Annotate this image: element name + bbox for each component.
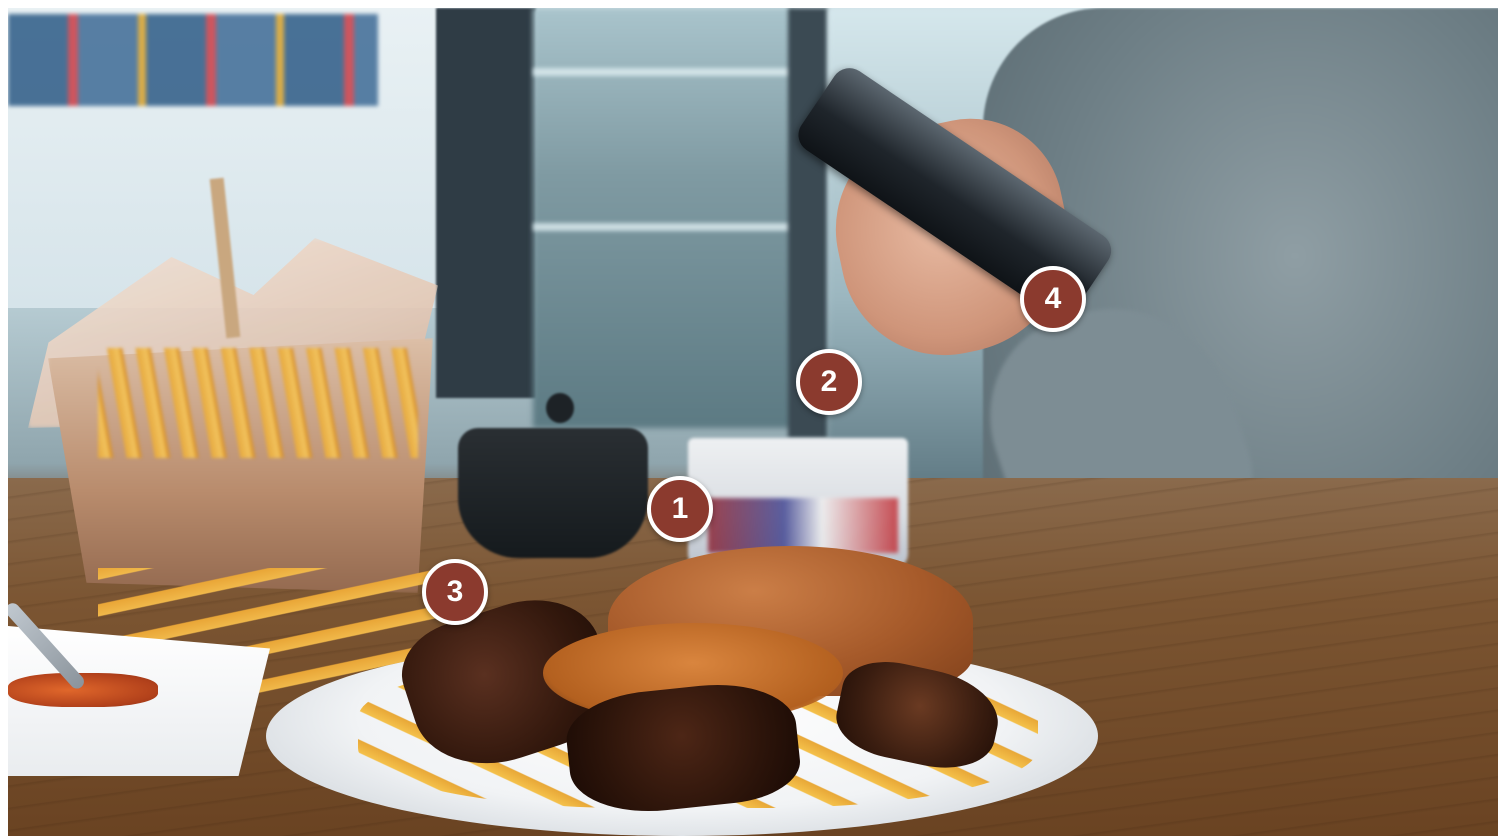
marker-1[interactable]: 1 (647, 476, 713, 542)
pot-knob (546, 393, 574, 423)
photo (8, 8, 1498, 836)
marker-2[interactable]: 2 (796, 349, 862, 415)
bag-fries (98, 348, 418, 458)
marker-label: 2 (820, 365, 838, 398)
fridge-shelf (533, 223, 793, 231)
marker-label: 3 (446, 575, 464, 608)
marker-3[interactable]: 3 (422, 559, 488, 625)
window-frame (436, 8, 536, 398)
black-pot (458, 428, 648, 558)
cup-label (708, 498, 898, 553)
marker-4[interactable]: 4 (1020, 266, 1086, 332)
marker-label: 1 (671, 492, 689, 525)
product-boxes (8, 14, 378, 106)
fridge-shelf (533, 68, 793, 76)
marker-label: 4 (1044, 282, 1062, 315)
